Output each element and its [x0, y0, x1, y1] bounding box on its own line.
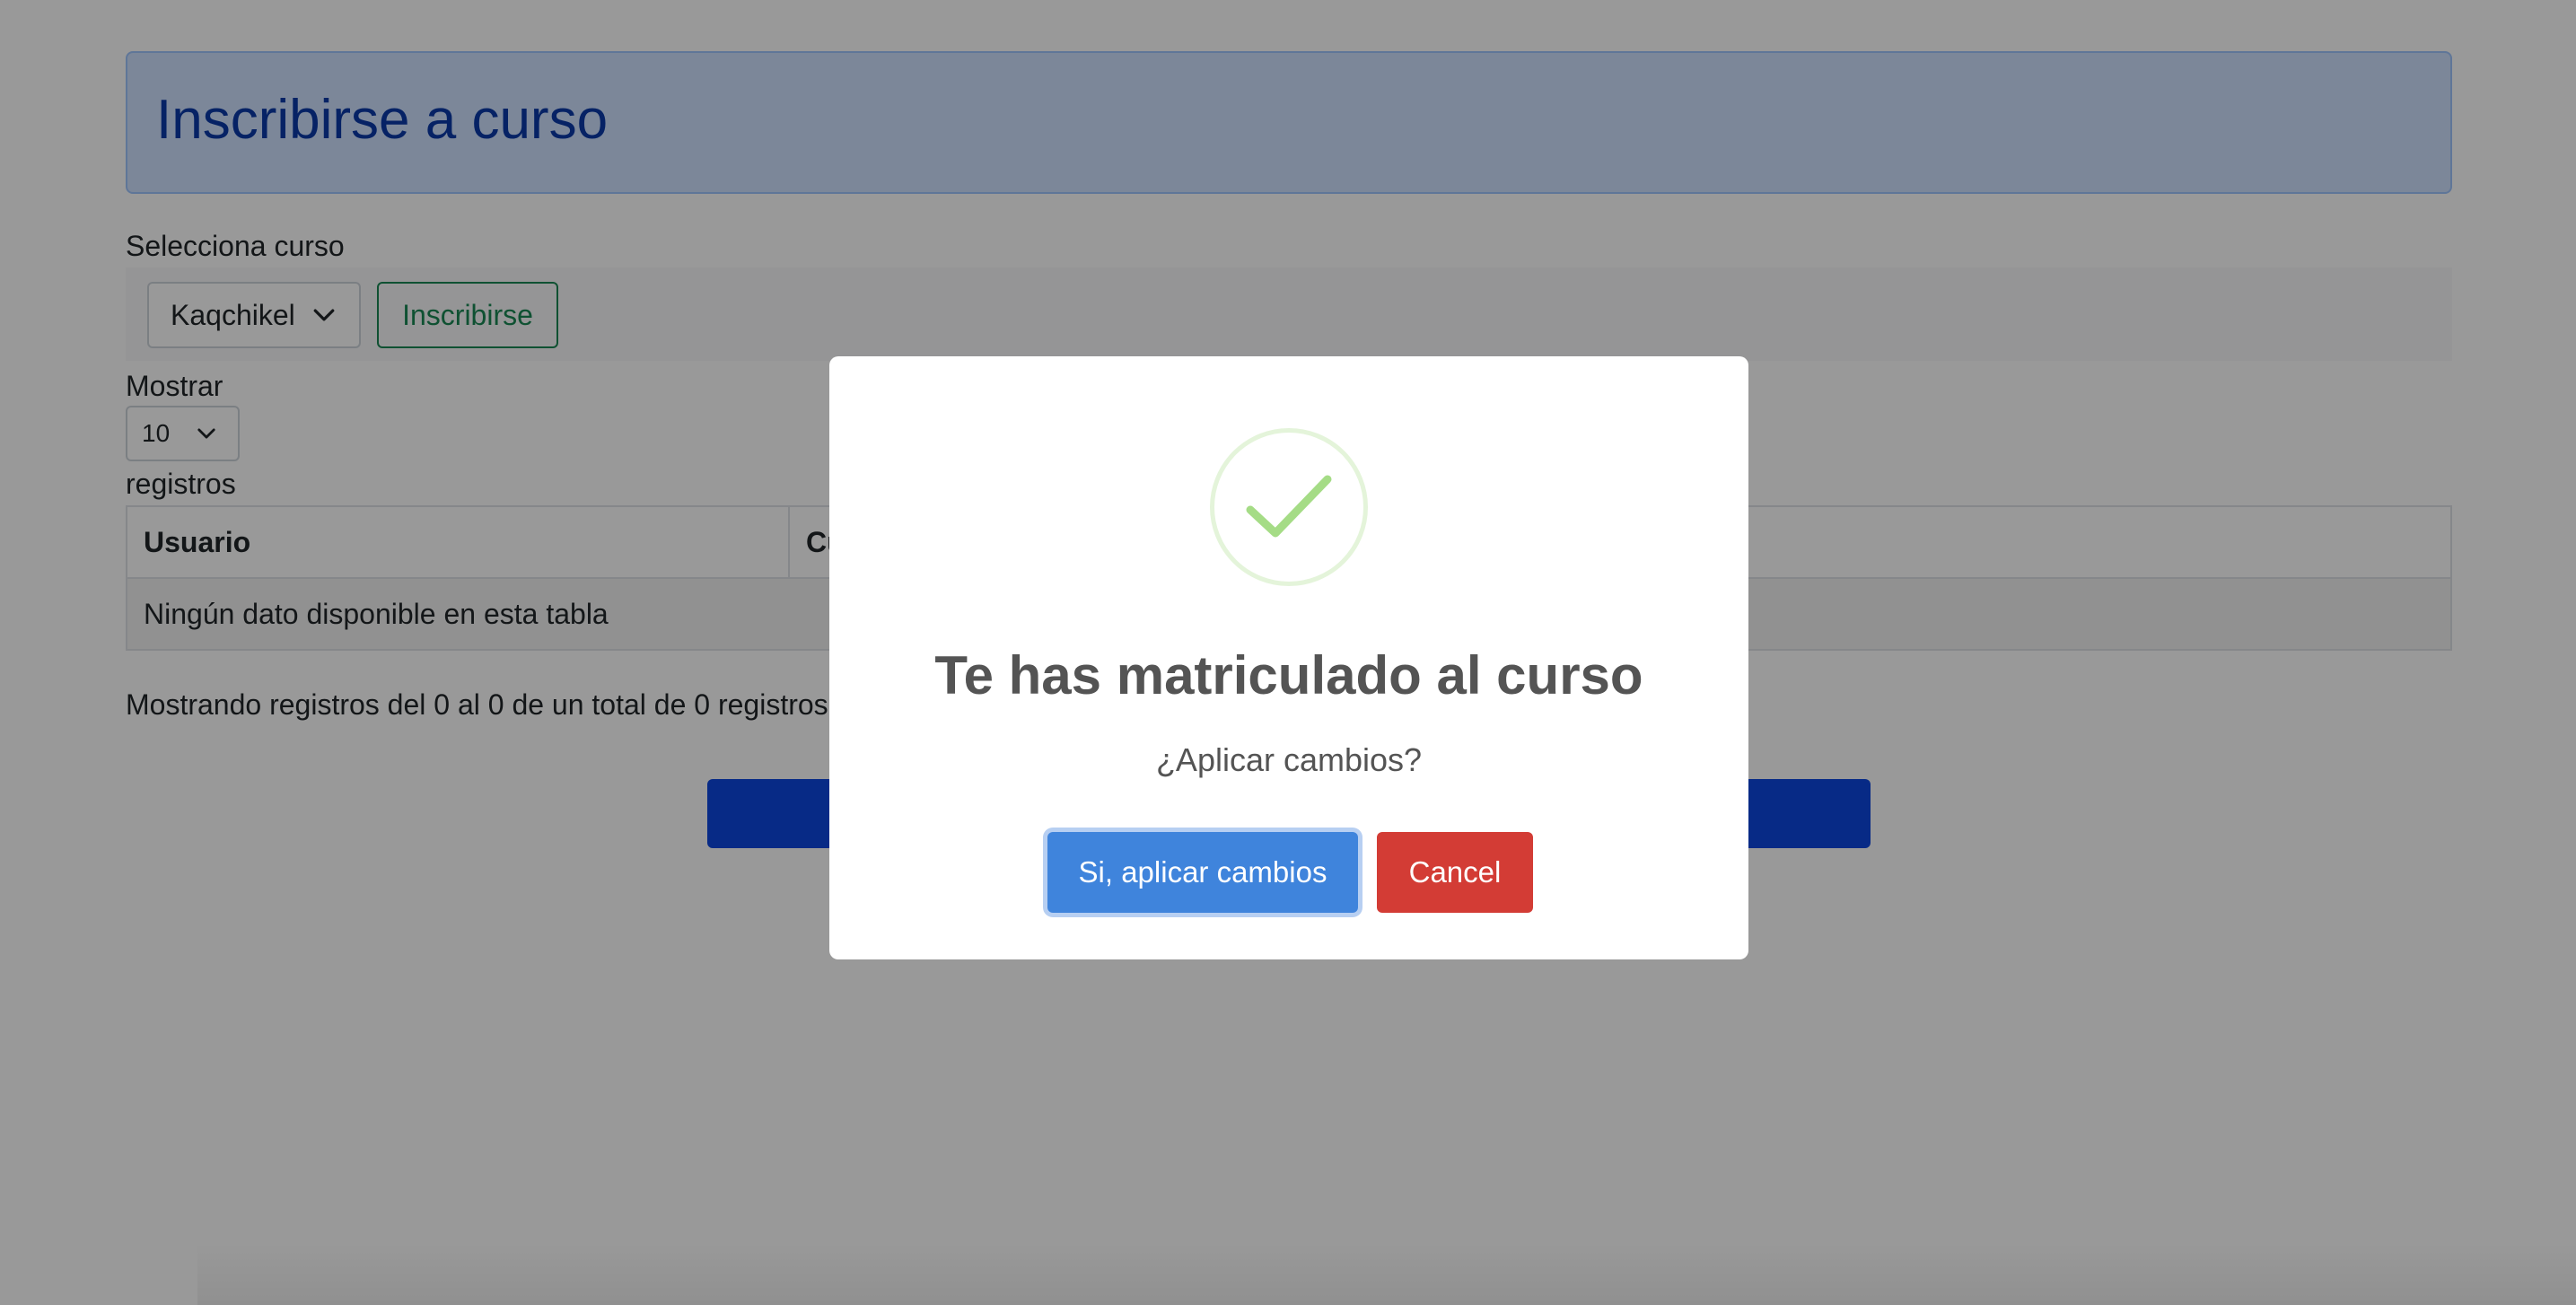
dialog-text: ¿Aplicar cambios? [1155, 741, 1423, 778]
backdrop-shadow [197, 1242, 2576, 1305]
success-dialog: Te has matriculado al curso ¿Aplicar cam… [829, 356, 1748, 959]
dialog-title: Te has matriculado al curso [934, 645, 1643, 705]
cancel-button[interactable]: Cancel [1377, 832, 1533, 913]
success-check-icon [1210, 428, 1368, 586]
checkmark-icon [1246, 475, 1332, 538]
dialog-actions: Si, aplicar cambios Cancel [829, 832, 1748, 913]
confirm-button[interactable]: Si, aplicar cambios [1047, 832, 1358, 913]
